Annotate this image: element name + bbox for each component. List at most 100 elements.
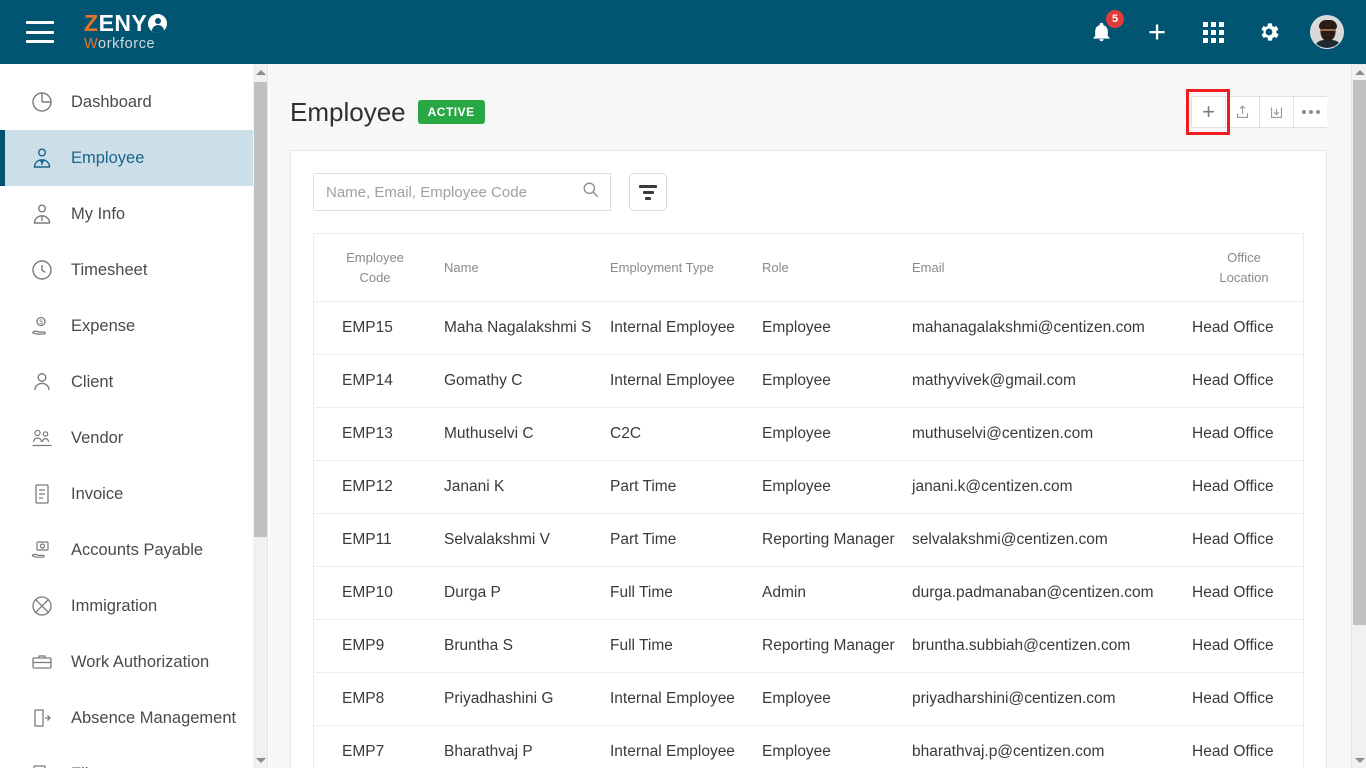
sidebar-label: Invoice (71, 484, 124, 503)
sidebar-scrollbar[interactable] (253, 64, 268, 768)
table-row[interactable]: EMP11 Selvalakshmi V Part Time Reporting Ma… (314, 513, 1304, 568)
top-actions: 5 + (1086, 10, 1344, 49)
column-header-name[interactable]: Name (436, 234, 602, 302)
cell-name: Janani K (436, 460, 602, 515)
sidebar-item-vendor[interactable]: Vendor (0, 410, 253, 466)
sidebar-item-dashboard[interactable]: Dashboard (0, 74, 253, 130)
table-row[interactable]: EMP8 Priyadhashini G Internal Employee Empl… (314, 672, 1304, 727)
cell-email: durga.padmanaban@centizen.com (904, 566, 1184, 621)
cell-role: Admin (754, 566, 904, 621)
cell-role: Employee (754, 407, 904, 462)
sidebar-scroll-down-arrow[interactable] (253, 752, 268, 768)
gear-icon[interactable] (1254, 17, 1284, 47)
search-icon[interactable] (581, 180, 600, 204)
hamburger-menu-icon[interactable] (26, 21, 54, 43)
cell-email: mahanagalakshmi@centizen.com (904, 301, 1184, 356)
sidebar-item-absence-management[interactable]: Absence Management (0, 690, 253, 746)
sidebar-label: Immigration (71, 596, 158, 615)
pie-chart-icon (27, 87, 57, 117)
add-new-icon[interactable]: + (1142, 16, 1172, 47)
column-header-email[interactable]: Email (904, 234, 1184, 302)
plus-icon: + (1202, 99, 1215, 124)
table-row[interactable]: EMP10 Durga P Full Time Admin durga.padmanab… (314, 566, 1304, 621)
cell-role: Reporting Manager (754, 513, 904, 568)
clock-icon (27, 255, 57, 285)
sidebar-item-client[interactable]: Client (0, 354, 253, 410)
cell-office-location: Head Office (1184, 460, 1304, 515)
filter-row (291, 151, 1326, 211)
logo-text-eny: ENY (98, 10, 148, 37)
notification-bell-icon[interactable]: 5 (1086, 10, 1124, 47)
main-scroll-thumb[interactable] (1353, 80, 1366, 625)
globe-icon (27, 591, 57, 621)
sidebar-item-my-info[interactable]: My Info (0, 186, 253, 242)
cell-role: Employee (754, 301, 904, 356)
table-row[interactable]: EMP9 Bruntha S Full Time Reporting Manager b… (314, 619, 1304, 674)
sidebar-item-immigration[interactable]: Immigration (0, 578, 253, 634)
more-options-button[interactable] (1293, 96, 1327, 128)
sidebar-label: Vendor (71, 428, 124, 447)
header-line-1: Office (1227, 250, 1261, 265)
column-header-employment-type[interactable]: Employment Type (602, 234, 754, 302)
filter-button[interactable] (629, 173, 667, 211)
sidebar-item-timesheet[interactable]: Timesheet (0, 242, 253, 298)
table-header-row: Employee Code Name Employment Type Role … (314, 234, 1304, 302)
cell-role: Reporting Manager (754, 619, 904, 674)
cell-office-location: Head Office (1184, 301, 1304, 356)
column-header-office-location[interactable]: Office Location (1184, 234, 1304, 302)
cell-email: muthuselvi@centizen.com (904, 407, 1184, 462)
search-input[interactable] (326, 183, 581, 201)
sidebar-item-files[interactable]: Files (0, 746, 253, 768)
vendor-icon (27, 423, 57, 453)
sidebar-label: Files (71, 765, 106, 768)
search-box[interactable] (313, 173, 611, 211)
cell-name: Durga P (436, 566, 602, 621)
main-scrollbar[interactable] (1351, 64, 1366, 768)
user-avatar[interactable] (1310, 15, 1344, 49)
column-header-employee-code[interactable]: Employee Code (314, 234, 436, 302)
employee-list-card: Employee Code Name Employment Type Role … (290, 150, 1327, 768)
table-head: Employee Code Name Employment Type Role … (314, 234, 1304, 302)
table-row[interactable]: EMP15 Maha Nagalakshmi S Internal Employee… (314, 301, 1304, 356)
cell-email: bharathvaj.p@centizen.com (904, 725, 1184, 768)
logo-text-z: Z (84, 10, 99, 37)
cell-employment-type: Internal Employee (602, 301, 754, 356)
main-scroll-down-arrow[interactable] (1352, 752, 1366, 768)
table-row[interactable]: EMP7 Bharathvaj P Internal Employee Employe… (314, 725, 1304, 768)
cell-name: Selvalakshmi V (436, 513, 602, 568)
employee-table-container: Employee Code Name Employment Type Role … (313, 233, 1304, 768)
sidebar-item-invoice[interactable]: Invoice (0, 466, 253, 522)
cell-name: Bruntha S (436, 619, 602, 674)
cell-employee-code: EMP14 (314, 354, 436, 409)
grid-apps-icon[interactable] (1198, 17, 1228, 47)
cell-employee-code: EMP10 (314, 566, 436, 621)
cell-name: Maha Nagalakshmi S (436, 301, 602, 356)
sidebar-scroll-up-arrow[interactable] (253, 64, 268, 80)
download-import-button[interactable] (1259, 96, 1293, 128)
column-header-role[interactable]: Role (754, 234, 904, 302)
cell-role: Employee (754, 354, 904, 409)
add-employee-button[interactable]: + (1191, 96, 1225, 128)
cell-employee-code: EMP11 (314, 513, 436, 568)
files-icon (27, 759, 57, 768)
sidebar-item-expense[interactable]: $ Expense (0, 298, 253, 354)
cell-name: Bharathvaj P (436, 725, 602, 768)
cell-employment-type: C2C (602, 407, 754, 462)
cell-office-location: Head Office (1184, 672, 1304, 727)
sidebar-item-work-authorization[interactable]: Work Authorization (0, 634, 253, 690)
sidebar-item-accounts-payable[interactable]: Accounts Payable (0, 522, 253, 578)
status-badge: ACTIVE (417, 100, 485, 124)
table-row[interactable]: EMP14 Gomathy C Internal Employee Employee m… (314, 354, 1304, 409)
cell-employee-code: EMP12 (314, 460, 436, 515)
table-row[interactable]: EMP12 Janani K Part Time Employee janani.k@c… (314, 460, 1304, 515)
page-header: Employee ACTIVE + (269, 64, 1351, 138)
sidebar-scroll-thumb[interactable] (254, 82, 267, 537)
app-logo: Z ENY Workforce (84, 10, 168, 52)
sidebar-item-employee[interactable]: Employee (0, 130, 253, 186)
header-line-2: Code (359, 269, 391, 285)
upload-export-button[interactable] (1225, 96, 1259, 128)
cell-employment-type: Part Time (602, 460, 754, 515)
table-row[interactable]: EMP13 Muthuselvi C C2C Employee muthuselvi@c… (314, 407, 1304, 462)
main-scroll-up-arrow[interactable] (1352, 64, 1366, 80)
cell-employee-code: EMP9 (314, 619, 436, 674)
